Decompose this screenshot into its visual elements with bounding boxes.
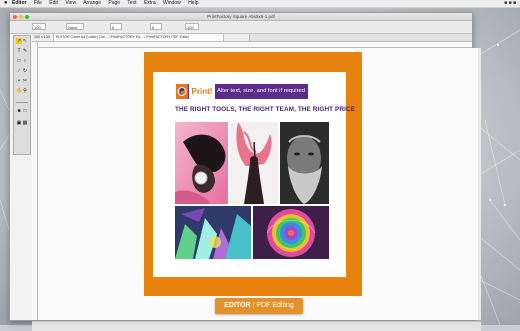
pen-tool-icon[interactable]: ✎ [22, 48, 28, 54]
tab-active-document[interactable]: EDITOR Cover A4 (Letter) 10x... / PrintF… [54, 34, 224, 41]
window-title: PrintFactory Square A5x5x5-1.pdf [207, 14, 275, 19]
control-field-4[interactable]: 0 [150, 23, 162, 30]
tab-extra[interactable] [224, 34, 250, 41]
menu-arrange[interactable]: Arrange [83, 0, 101, 6]
window-titlebar: PrintFactory Square A5x5x5-1.pdf [10, 13, 472, 21]
vertical-scrollbar[interactable] [478, 48, 481, 320]
control-field-1[interactable]: 100 [32, 23, 46, 30]
photo-woman-headphones[interactable] [175, 122, 228, 204]
photo-red-smoke[interactable] [230, 122, 278, 204]
print-logo-icon [176, 84, 188, 99]
preview-mode-icon[interactable]: ▦ [22, 120, 28, 126]
banner-text: Alter text, size, and font if required [217, 88, 305, 94]
menu-page[interactable]: Page [108, 0, 120, 6]
menu-editor[interactable]: Editor [12, 0, 26, 6]
caption-separator: | [252, 302, 255, 309]
menu-view[interactable]: View [65, 0, 76, 6]
caption-pill: EDITOR | PDF Editing [215, 298, 303, 314]
apple-icon[interactable]: ● [4, 0, 8, 7]
tools-panel: ↗ ↖ T ✎ □ ○ ∕ ↻ • ✂ ✋ ⚲ ■ □ ▣ ▦ [13, 35, 31, 155]
menu-text[interactable]: Text [127, 0, 136, 6]
control-field-5[interactable]: 100 [185, 23, 199, 30]
stroke-color-icon[interactable]: □ [22, 108, 28, 114]
status-bar [32, 321, 481, 331]
menu-help[interactable]: Help [188, 0, 198, 6]
menu-file[interactable]: File [34, 0, 42, 6]
headline[interactable]: THE RIGHT TOOLS, THE RIGHT TEAM, THE RIG… [175, 106, 365, 115]
photo-abstract-art[interactable] [175, 206, 251, 259]
scissors-tool-icon[interactable]: ✂ [22, 78, 28, 84]
tab-zoom[interactable]: 100 x 100 [32, 34, 54, 41]
menu-window[interactable]: Window [163, 0, 181, 6]
zoom-tool-icon[interactable]: ⚲ [22, 88, 28, 94]
caption-rest: PDF Editing [256, 302, 294, 309]
caption-bold: EDITOR [224, 302, 251, 309]
direct-select-tool-icon[interactable]: ↖ [22, 38, 28, 44]
control-bar: 100 None 0 0 100 [10, 21, 472, 34]
control-field-3[interactable]: 0 [110, 23, 122, 30]
control-field-2[interactable]: None [66, 23, 84, 30]
tools-divider [16, 102, 28, 103]
mac-menubar: ● Editor File Edit View Arrange Page Tex… [0, 0, 520, 8]
menu-extra[interactable]: Extra [144, 0, 156, 6]
document-tab-bar: 100 x 100 EDITOR Cover A4 (Letter) 10x..… [32, 34, 472, 42]
photo-old-man[interactable] [280, 122, 329, 204]
rotate-tool-icon[interactable]: ↻ [22, 68, 28, 74]
menu-edit[interactable]: Edit [49, 0, 58, 6]
banner-logo-text: Print! [189, 84, 215, 99]
ellipse-tool-icon[interactable]: ○ [22, 58, 28, 64]
photo-rainbow-rose[interactable] [253, 206, 329, 259]
menubar-status-icons: ■ ■ ■ [504, 0, 516, 6]
